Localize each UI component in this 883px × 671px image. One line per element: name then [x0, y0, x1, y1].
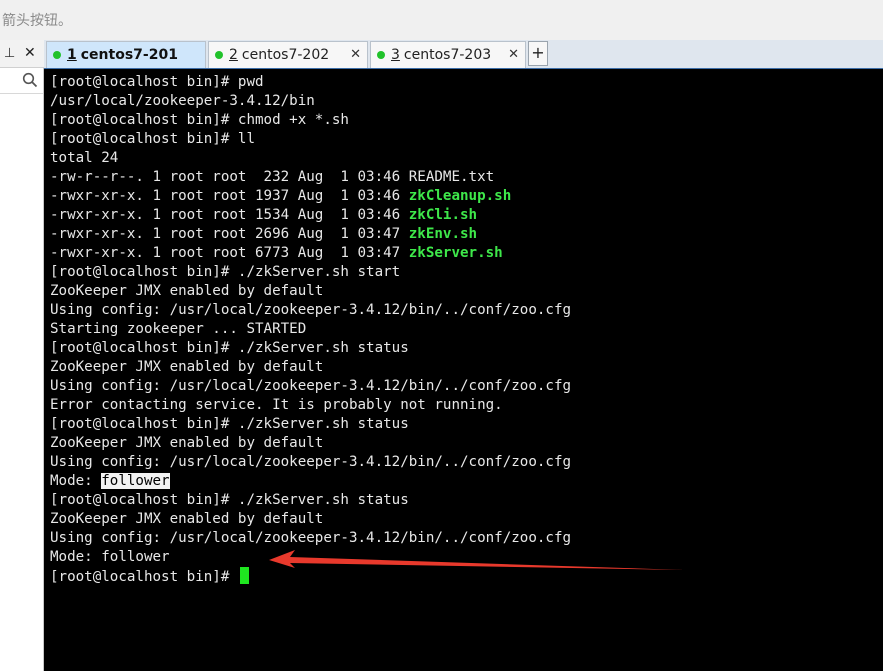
terminal-line: -rwxr-xr-x. 1 root root 1937 Aug 1 03:46…	[50, 187, 571, 206]
tab-session-1[interactable]: 1 centos7-201	[46, 41, 206, 68]
tab-number: 3	[391, 47, 400, 63]
session-search-field[interactable]	[0, 68, 43, 94]
line-text: -rwxr-xr-x. 1 root root 6773 Aug 1 03:47	[50, 245, 409, 261]
hint-text: 箭头按钮。	[2, 13, 72, 29]
terminal-line: Mode: follower	[50, 472, 571, 491]
tab-close-icon[interactable]: ✕	[350, 47, 361, 62]
executable-file-name: zkEnv.sh	[408, 226, 478, 242]
terminal-line: /usr/local/zookeeper-3.4.12/bin	[50, 93, 315, 109]
terminal-line: -rwxr-xr-x. 1 root root 1534 Aug 1 03:46…	[50, 206, 571, 225]
executable-file-name: zkCleanup.sh	[408, 188, 512, 204]
terminal-line: total 24	[50, 150, 119, 166]
tab-close-icon[interactable]: ✕	[508, 47, 519, 62]
tab-number: 1	[67, 47, 77, 63]
terminal-line: Error contacting service. It is probably…	[50, 397, 503, 413]
tab-label: centos7-201	[80, 47, 178, 63]
terminal-line: [root@localhost bin]# ./zkServer.sh stat…	[50, 492, 409, 508]
terminal-line: [root@localhost bin]# ./zkServer.sh star…	[50, 264, 401, 280]
terminal-line: [root@localhost bin]#	[50, 567, 571, 586]
terminal-line: ZooKeeper JMX enabled by default	[50, 435, 324, 451]
terminal-line: [root@localhost bin]# ./zkServer.sh stat…	[50, 416, 409, 432]
close-icon[interactable]: ✕	[24, 45, 36, 61]
terminal-line: Using config: /usr/local/zookeeper-3.4.1…	[50, 378, 572, 394]
terminal-line: -rwxr-xr-x. 1 root root 2696 Aug 1 03:47…	[50, 225, 571, 244]
search-icon[interactable]	[22, 72, 38, 88]
terminal-line: Using config: /usr/local/zookeeper-3.4.1…	[50, 454, 572, 470]
terminal-line: Using config: /usr/local/zookeeper-3.4.1…	[50, 530, 572, 546]
line-text: Mode:	[50, 473, 102, 489]
line-text: -rwxr-xr-x. 1 root root 2696 Aug 1 03:47	[50, 226, 409, 242]
terminal-cursor	[239, 567, 249, 584]
terminal-line: [root@localhost bin]# ./zkServer.sh stat…	[50, 340, 409, 356]
tab-label: centos7-202	[241, 47, 330, 63]
add-tab-button[interactable]: +	[528, 41, 548, 66]
session-panel-header: ⊥ ✕	[0, 40, 44, 68]
terminal-line: [root@localhost bin]# chmod +x *.sh	[50, 112, 349, 128]
executable-file-name: zkCli.sh	[408, 207, 478, 223]
terminal-line: -rwxr-xr-x. 1 root root 6773 Aug 1 03:47…	[50, 244, 571, 263]
connected-status-icon	[215, 51, 223, 59]
terminal-line: Starting zookeeper ... STARTED	[50, 321, 307, 337]
terminal-screen[interactable]: [root@localhost bin]# pwd/usr/local/zook…	[44, 68, 883, 671]
line-text: -rw-r--r--. 1 root root 232 Aug 1 03:46	[50, 169, 409, 185]
executable-file-name: zkServer.sh	[408, 245, 503, 261]
tab-session-3[interactable]: 3 centos7-203 ✕	[370, 41, 526, 68]
terminal-line: -rw-r--r--. 1 root root 232 Aug 1 03:46 …	[50, 168, 571, 187]
terminal-line: Using config: /usr/local/zookeeper-3.4.1…	[50, 302, 572, 318]
terminal-line: ZooKeeper JMX enabled by default	[50, 511, 324, 527]
terminal-output: [root@localhost bin]# pwd/usr/local/zook…	[50, 73, 571, 586]
line-text: [root@localhost bin]#	[50, 569, 238, 585]
tab-label: centos7-203	[403, 47, 492, 63]
tab-bar: 1 centos7-201 2 centos7-202 ✕ 3 centos7-…	[44, 40, 883, 68]
terminal-line: [root@localhost bin]# ll	[50, 131, 255, 147]
selected-text[interactable]: follower	[101, 473, 170, 489]
tab-session-2[interactable]: 2 centos7-202 ✕	[208, 41, 368, 68]
pin-icon[interactable]: ⊥	[4, 46, 15, 61]
top-strip: 箭头按钮。	[0, 0, 883, 40]
connected-status-icon	[53, 51, 61, 59]
terminal-line: Mode: follower	[50, 549, 170, 565]
connected-status-icon	[377, 51, 385, 59]
terminal-line: ZooKeeper JMX enabled by default	[50, 359, 324, 375]
terminal-line: [root@localhost bin]# pwd	[50, 74, 264, 90]
terminal-line: ZooKeeper JMX enabled by default	[50, 283, 324, 299]
line-text: -rwxr-xr-x. 1 root root 1534 Aug 1 03:46	[50, 207, 409, 223]
line-text: -rwxr-xr-x. 1 root root 1937 Aug 1 03:46	[50, 188, 409, 204]
session-panel: ⊥ ✕	[0, 40, 44, 671]
tab-number: 2	[229, 47, 238, 63]
file-name: README.txt	[408, 169, 495, 185]
